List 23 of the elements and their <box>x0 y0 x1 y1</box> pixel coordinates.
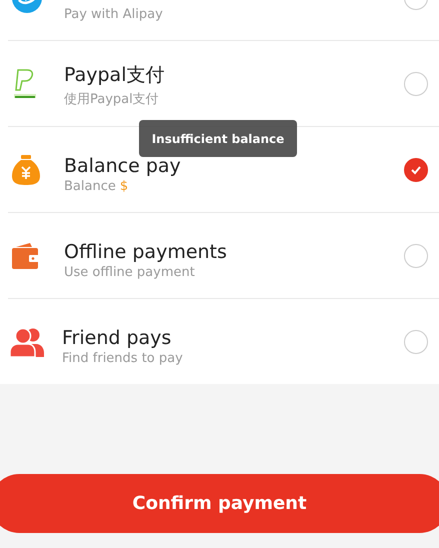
option-subtitle: Use offline payment <box>64 265 195 280</box>
option-subtitle: Find friends to pay <box>62 351 183 366</box>
option-title: Paypal支付 <box>64 63 164 88</box>
money-bag-icon <box>12 154 40 186</box>
payment-option[interactable]: Friend pays Find friends to pay <box>8 299 439 384</box>
radio-button[interactable] <box>404 244 428 268</box>
option-title: Balance pay <box>64 155 181 177</box>
option-title: Friend pays <box>62 327 172 349</box>
toast-message: Insufficient balance <box>139 120 297 157</box>
option-subtitle: 使用Paypal支付 <box>64 91 159 108</box>
people-icon <box>10 326 44 356</box>
wallet-icon <box>12 242 40 268</box>
option-subtitle: Balance <box>64 179 116 194</box>
radio-button[interactable] <box>404 330 428 354</box>
radio-button[interactable] <box>404 158 428 182</box>
check-icon <box>410 164 422 174</box>
payment-option[interactable]: Offline payments Use offline payment <box>8 213 439 299</box>
confirm-payment-button[interactable]: Confirm payment <box>0 474 439 533</box>
option-title: Offline payments <box>64 241 227 263</box>
paypal-logo-icon <box>12 68 38 100</box>
radio-button[interactable] <box>404 72 428 96</box>
balance-amount: $ <box>120 179 128 194</box>
option-subtitle: Pay with Alipay <box>64 7 163 22</box>
